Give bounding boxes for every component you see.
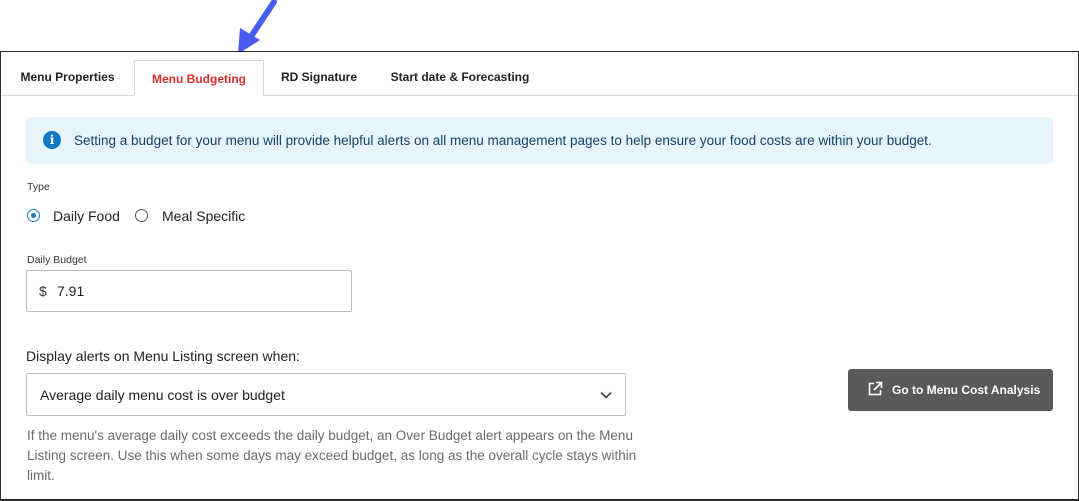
info-banner-text: Setting a budget for your menu will prov…: [74, 133, 932, 148]
daily-budget-label: Daily Budget: [27, 254, 87, 266]
go-to-menu-cost-analysis-button[interactable]: Go to Menu Cost Analysis: [848, 369, 1053, 411]
type-label: Type: [27, 181, 50, 193]
tab-menu-properties[interactable]: Menu Properties: [1, 52, 134, 95]
menu-settings-panel: Menu Properties Menu Budgeting RD Signat…: [0, 51, 1079, 501]
external-link-icon: [868, 381, 883, 396]
alert-condition-select[interactable]: Average daily menu cost is over budget: [26, 373, 626, 416]
info-icon: i: [43, 131, 61, 149]
info-banner: i Setting a budget for your menu will pr…: [26, 117, 1053, 164]
daily-food-radio[interactable]: [27, 209, 40, 222]
cost-analysis-button-label: Go to Menu Cost Analysis: [892, 383, 1041, 397]
tab-start-date-forecasting[interactable]: Start date & Forecasting: [374, 52, 546, 95]
daily-budget-input[interactable]: $ 7.91: [26, 270, 352, 312]
alerts-label: Display alerts on Menu Listing screen wh…: [26, 348, 300, 364]
tab-bar: Menu Properties Menu Budgeting RD Signat…: [1, 52, 1078, 96]
daily-food-label[interactable]: Daily Food: [53, 208, 120, 224]
currency-prefix: $: [39, 283, 47, 299]
meal-specific-radio[interactable]: [135, 209, 148, 222]
daily-budget-value[interactable]: 7.91: [57, 283, 84, 299]
alert-help-text: If the menu's average daily cost exceeds…: [27, 428, 637, 483]
tab-menu-budgeting[interactable]: Menu Budgeting: [134, 60, 264, 96]
chevron-down-icon: [600, 391, 612, 399]
tab-rd-signature[interactable]: RD Signature: [264, 52, 374, 95]
alert-condition-value: Average daily menu cost is over budget: [40, 387, 285, 403]
meal-specific-label[interactable]: Meal Specific: [162, 208, 245, 224]
